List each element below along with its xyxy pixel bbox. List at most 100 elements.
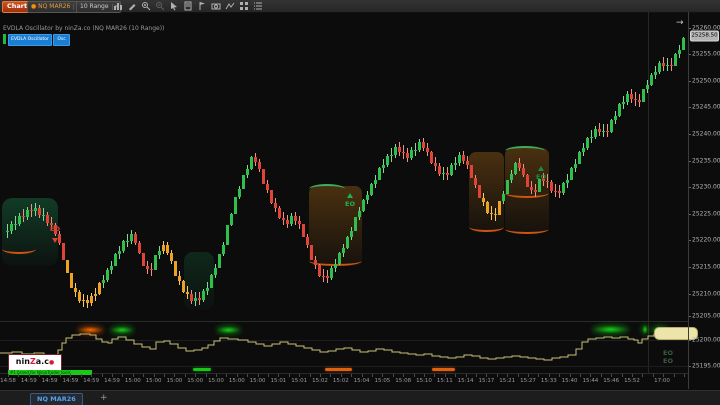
time-tick bbox=[403, 374, 404, 377]
time-tick bbox=[206, 374, 207, 377]
time-axis-label: 14:59 bbox=[83, 378, 99, 384]
time-tick bbox=[414, 374, 415, 377]
time-tick bbox=[143, 374, 144, 377]
time-tick bbox=[247, 374, 248, 377]
price-tick bbox=[689, 340, 691, 341]
add-tab-button[interactable]: + bbox=[100, 393, 108, 404]
time-tick bbox=[237, 374, 238, 377]
time-tick bbox=[393, 374, 394, 377]
time-axis-label: 15:44 bbox=[582, 378, 598, 384]
time-axis-label: 15:33 bbox=[541, 378, 557, 384]
time-tick bbox=[528, 374, 529, 377]
signal-dash bbox=[432, 368, 455, 371]
time-axis-label: 15:00 bbox=[125, 378, 141, 384]
time-tick bbox=[434, 374, 435, 377]
time-tick bbox=[133, 374, 134, 377]
signal-dash bbox=[325, 368, 352, 371]
price-tick bbox=[689, 366, 691, 367]
time-axis-label: 15:01 bbox=[270, 378, 286, 384]
time-axis-label: 15:46 bbox=[603, 378, 619, 384]
signal-pill bbox=[217, 326, 240, 334]
time-axis-label: 14:59 bbox=[62, 378, 78, 384]
time-tick bbox=[424, 374, 425, 377]
signal-pill bbox=[78, 326, 103, 334]
price-axis-label: 25205.00 bbox=[692, 313, 720, 320]
time-tick bbox=[185, 374, 186, 377]
time-axis[interactable]: 14:5814:5914:5914:5914:5914:5915:0015:00… bbox=[0, 374, 688, 389]
time-tick bbox=[91, 374, 92, 377]
time-tick bbox=[518, 374, 519, 377]
ninjatrader-chart-window: Chart ● NQ MAR26▾ 10 Range▾ EVDLA Oscill… bbox=[0, 0, 720, 405]
scroll-to-end-arrow[interactable]: → bbox=[676, 18, 684, 28]
time-axis-label: 15:02 bbox=[312, 378, 328, 384]
time-axis-label: 15:21 bbox=[499, 378, 515, 384]
time-tick bbox=[289, 374, 290, 377]
price-tick bbox=[689, 134, 691, 135]
time-tick bbox=[50, 374, 51, 377]
time-axis-label: 15:40 bbox=[562, 378, 578, 384]
time-tick bbox=[216, 374, 217, 377]
price-axis-label: 25230.00 bbox=[692, 184, 720, 191]
time-tick bbox=[60, 374, 61, 377]
time-tick bbox=[570, 374, 571, 377]
time-tick bbox=[351, 374, 352, 377]
time-axis-label: 15:02 bbox=[333, 378, 349, 384]
price-tick bbox=[689, 214, 691, 215]
price-tick bbox=[689, 54, 691, 55]
time-tick bbox=[362, 374, 363, 377]
time-tick bbox=[330, 374, 331, 377]
time-axis-label: 15:00 bbox=[229, 378, 245, 384]
price-axis-label: 25215.00 bbox=[692, 264, 720, 271]
signal-pill bbox=[593, 325, 628, 334]
time-tick bbox=[663, 374, 664, 377]
time-tick bbox=[653, 374, 654, 377]
time-axis-label: 15:10 bbox=[416, 378, 432, 384]
price-axis-label: 25245.00 bbox=[692, 104, 720, 111]
time-tick bbox=[622, 374, 623, 377]
time-axis-label: 15:01 bbox=[291, 378, 307, 384]
time-tick bbox=[372, 374, 373, 377]
price-tick bbox=[689, 316, 691, 317]
time-axis-label: 14:59 bbox=[21, 378, 37, 384]
price-tick bbox=[689, 161, 691, 162]
time-tick bbox=[8, 374, 9, 377]
time-tick bbox=[299, 374, 300, 377]
time-tick bbox=[601, 374, 602, 377]
price-axis-label: 25240.00 bbox=[692, 131, 720, 138]
price-axis-label: 25210.00 bbox=[692, 291, 720, 298]
time-axis-label: 15:00 bbox=[208, 378, 224, 384]
workspace-tab-bar: NQ MAR26 + bbox=[0, 390, 720, 405]
time-tick bbox=[29, 374, 30, 377]
price-axis-label: 25220.00 bbox=[692, 237, 720, 244]
time-tick bbox=[320, 374, 321, 377]
time-tick bbox=[102, 374, 103, 377]
time-axis-label: 15:52 bbox=[624, 378, 640, 384]
time-tick bbox=[476, 374, 477, 377]
time-tick bbox=[164, 374, 165, 377]
price-axis-label: 25235.00 bbox=[692, 158, 720, 165]
time-axis-label: 15:17 bbox=[478, 378, 494, 384]
time-tick bbox=[70, 374, 71, 377]
time-tick bbox=[154, 374, 155, 377]
time-tick bbox=[226, 374, 227, 377]
time-axis-label: 15:05 bbox=[374, 378, 390, 384]
last-price-tag: 25258.50 bbox=[690, 30, 719, 41]
time-axis-label: 15:27 bbox=[520, 378, 536, 384]
time-tick bbox=[112, 374, 113, 377]
time-tick bbox=[538, 374, 539, 377]
time-axis-label: 15:04 bbox=[354, 378, 370, 384]
time-tick bbox=[642, 374, 643, 377]
ninza-logo: ninZa.c● bbox=[8, 354, 62, 371]
time-tick bbox=[39, 374, 40, 377]
time-tick bbox=[122, 374, 123, 377]
price-axis[interactable]: 25260.0025255.0025250.0025245.0025240.00… bbox=[689, 12, 720, 374]
time-tick bbox=[590, 374, 591, 377]
time-tick bbox=[632, 374, 633, 377]
workspace-tab[interactable]: NQ MAR26 bbox=[30, 393, 83, 405]
time-axis-label: 15:11 bbox=[437, 378, 453, 384]
time-tick bbox=[549, 374, 550, 377]
signal-pill bbox=[642, 325, 648, 334]
oscillator-line bbox=[0, 0, 688, 405]
time-axis-label: 15:14 bbox=[458, 378, 474, 384]
price-axis-label: 25250.00 bbox=[692, 78, 720, 85]
